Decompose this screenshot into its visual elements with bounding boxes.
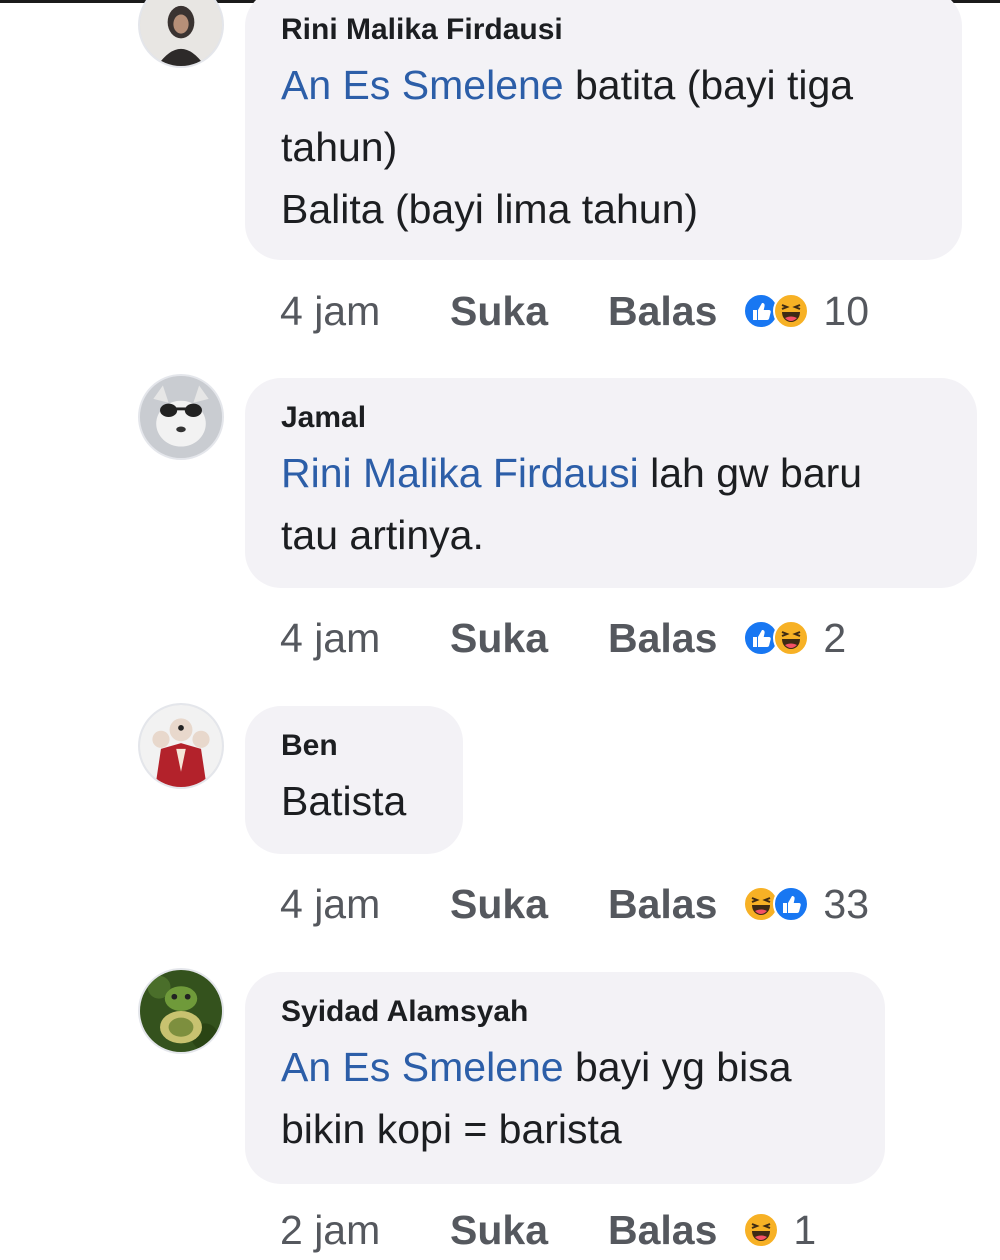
like-button[interactable]: Suka: [450, 1207, 608, 1254]
comment-text: Rini Malika Firdausi lah gw baru: [281, 442, 941, 504]
avatar-syidad[interactable]: [138, 968, 224, 1054]
reaction-summary[interactable]: [743, 886, 810, 922]
reply-button[interactable]: Balas: [608, 881, 717, 928]
reply-button[interactable]: Balas: [608, 615, 717, 662]
reaction-count: 2: [823, 614, 847, 661]
haha-icon: [773, 293, 810, 329]
avatar-jamal[interactable]: [138, 374, 224, 460]
commenter-name[interactable]: Rini Malika Firdausi: [281, 10, 926, 50]
commenter-name[interactable]: Ben: [281, 726, 427, 766]
comment-actions: 4 jam Suka Balas 2: [280, 608, 846, 668]
comment-text-line: Balita (bayi lima tahun): [281, 186, 699, 232]
comment-time[interactable]: 4 jam: [280, 288, 450, 335]
comment-actions: 2 jam Suka Balas 1: [280, 1200, 816, 1260]
like-icon: [773, 886, 810, 922]
comment-text-line: tahun): [281, 124, 398, 170]
comment-text: An Es Smelene batita (bayi tiga: [281, 54, 926, 116]
reaction-count: 33: [823, 880, 870, 927]
comment-text-rest: lah gw baru: [638, 450, 863, 496]
reaction-summary[interactable]: [743, 1212, 780, 1248]
comment-bubble-rini: Rini Malika Firdausi An Es Smelene batit…: [245, 0, 962, 260]
comment-text: An Es Smelene bayi yg bisa: [281, 1036, 849, 1098]
like-button[interactable]: Suka: [450, 881, 608, 928]
comment-actions: 4 jam Suka Balas 33: [280, 874, 869, 934]
reply-button[interactable]: Balas: [608, 1207, 717, 1254]
comment-bubble-jamal: Jamal Rini Malika Firdausi lah gw baru t…: [245, 378, 977, 588]
comment-time[interactable]: 4 jam: [280, 615, 450, 662]
haha-icon: [743, 1212, 780, 1248]
comment-text-line: bikin kopi = barista: [281, 1106, 622, 1152]
commenter-name[interactable]: Syidad Alamsyah: [281, 992, 849, 1032]
haha-icon: [773, 620, 810, 656]
comment-time[interactable]: 2 jam: [280, 1207, 450, 1254]
comment-text-line: tau artinya.: [281, 512, 484, 558]
like-button[interactable]: Suka: [450, 288, 608, 335]
comment-text: Batista: [281, 778, 407, 824]
mention-link[interactable]: An Es Smelene: [281, 62, 564, 108]
reaction-count: 1: [793, 1206, 817, 1253]
like-button[interactable]: Suka: [450, 615, 608, 662]
mention-link[interactable]: Rini Malika Firdausi: [281, 450, 639, 496]
reply-button[interactable]: Balas: [608, 288, 717, 335]
commenter-name[interactable]: Jamal: [281, 398, 941, 438]
comment-bubble-syidad: Syidad Alamsyah An Es Smelene bayi yg bi…: [245, 972, 885, 1184]
avatar-rini[interactable]: [138, 0, 224, 68]
comment-bubble-ben: Ben Batista: [245, 706, 463, 854]
reaction-count: 10: [823, 287, 870, 334]
mention-link[interactable]: An Es Smelene: [281, 1044, 564, 1090]
reaction-summary[interactable]: [743, 620, 810, 656]
comment-time[interactable]: 4 jam: [280, 881, 450, 928]
comment-text-rest: batita (bayi tiga: [563, 62, 854, 108]
comment-text-rest: bayi yg bisa: [563, 1044, 792, 1090]
avatar-ben[interactable]: [138, 703, 224, 789]
comment-actions: 4 jam Suka Balas 10: [280, 281, 869, 341]
reaction-summary[interactable]: [743, 293, 810, 329]
